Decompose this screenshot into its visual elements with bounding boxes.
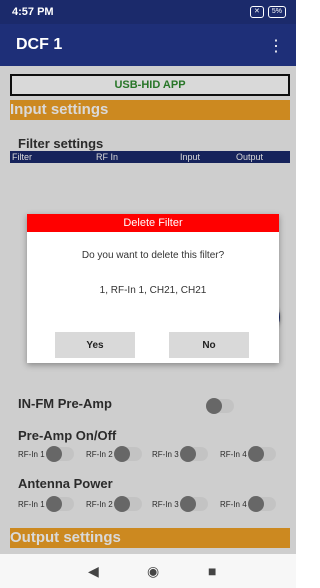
home-icon[interactable]: ◉	[147, 563, 159, 580]
dialog-question: Do you want to delete this filter?	[81, 250, 225, 261]
battery-icon: 5%	[267, 6, 286, 18]
delete-filter-dialog: Delete Filter Do you want to delete this…	[27, 214, 279, 363]
no-button[interactable]: No	[169, 332, 249, 358]
status-time: 4:57 PM	[12, 6, 54, 18]
dialog-title: Delete Filter	[27, 214, 279, 232]
app-bar: DCF 1 ⋮	[0, 24, 296, 66]
status-icon-close: ✕	[250, 6, 264, 18]
dialog-detail: 1, RF-In 1, CH21, CH21	[99, 285, 207, 296]
app-title: DCF 1	[16, 36, 63, 53]
system-nav-bar: ◀ ◉ ■	[0, 554, 296, 588]
recent-apps-icon[interactable]: ■	[208, 563, 216, 579]
status-icons: ✕ 5%	[250, 6, 286, 18]
yes-button[interactable]: Yes	[55, 332, 135, 358]
more-vert-icon[interactable]: ⋮	[268, 36, 284, 56]
status-bar: 4:57 PM ✕ 5%	[0, 0, 296, 24]
back-icon[interactable]: ◀	[88, 563, 99, 580]
